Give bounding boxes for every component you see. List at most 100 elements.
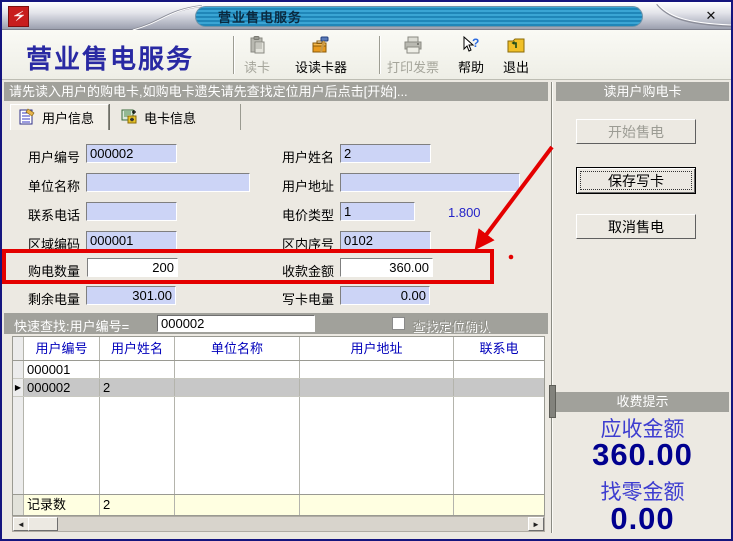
cell-phone[interactable] — [454, 379, 544, 396]
purchase-qty-label: 购电数量 — [28, 261, 80, 280]
tab-user-info[interactable]: 用户信息 — [10, 104, 109, 130]
cancel-sale-button[interactable]: 取消售电 — [576, 214, 696, 239]
phone-label: 联系电话 — [28, 205, 80, 224]
cell-user-id[interactable]: 000002 — [24, 379, 100, 396]
panel-divider — [551, 82, 553, 533]
hscrollbar-thumb[interactable] — [28, 517, 58, 531]
unit-price-value: 1.800 — [448, 205, 481, 220]
tab-card-info[interactable]: 电卡信息 — [113, 104, 241, 130]
titlebar[interactable]: 营业售电服务 ✕ — [2, 2, 731, 30]
area-code-field[interactable] — [86, 231, 177, 250]
cell-phone[interactable] — [454, 361, 544, 378]
grid-filler-cell — [175, 397, 300, 494]
col-unit-name[interactable]: 单位名称 — [175, 337, 300, 360]
table-vscrollbar-thumb[interactable] — [549, 385, 556, 418]
grid-filler-cell — [454, 495, 544, 515]
amount-due-value: 360.00 — [556, 437, 729, 473]
area-serial-label: 区内序号 — [282, 234, 334, 253]
user-name-field[interactable] — [340, 144, 431, 163]
table-hscrollbar[interactable]: ◄ ► — [12, 516, 545, 532]
col-user-name[interactable]: 用户姓名 — [100, 337, 175, 360]
price-type-field[interactable] — [340, 202, 415, 221]
row-selector-arrow-icon: ▶ — [13, 379, 24, 396]
exit-button[interactable]: 退出 — [503, 34, 529, 76]
toolbar-separator — [379, 36, 381, 74]
write-card-qty-field[interactable] — [340, 286, 430, 305]
selector-header-cell — [13, 337, 24, 360]
scroll-left-icon[interactable]: ◄ — [13, 517, 29, 531]
phone-field[interactable] — [86, 202, 177, 221]
user-name-label: 用户姓名 — [282, 147, 334, 166]
toolbar-separator — [233, 36, 235, 74]
grid-filler-cell — [13, 397, 24, 494]
grid-filler-cell — [24, 397, 100, 494]
table-footer-row: 记录数 2 — [13, 494, 544, 515]
cell-user-name[interactable]: 2 — [100, 379, 175, 396]
amount-received-label: 收款金额 — [282, 261, 334, 280]
read-card-button[interactable]: 读卡 — [244, 34, 270, 76]
table-row-selected[interactable]: ▶ 000002 2 — [13, 379, 544, 397]
table-header-row: 用户编号 用户姓名 单位名称 用户地址 联系电 — [13, 337, 544, 361]
app-window: 营业售电服务 ✕ 营业售电服务 读卡 — [0, 0, 733, 541]
area-code-label: 区域编码 — [28, 234, 80, 253]
quick-search-bar: 快速查找:用户编号= 查找定位确认 — [4, 313, 548, 334]
save-write-card-button[interactable]: 保存写卡 — [576, 167, 696, 194]
tab-user-info-label: 用户信息 — [42, 108, 94, 127]
footer-selector-cell — [13, 495, 24, 515]
unit-name-label: 单位名称 — [28, 176, 80, 195]
user-id-label: 用户编号 — [28, 147, 80, 166]
print-invoice-label: 打印发票 — [387, 57, 439, 76]
help-icon: ? — [460, 34, 482, 56]
unit-name-field[interactable] — [86, 173, 250, 192]
write-card-qty-label: 写卡电量 — [282, 289, 334, 308]
locate-confirm-checkbox[interactable] — [392, 317, 405, 330]
amount-received-field[interactable] — [340, 258, 433, 277]
price-type-label: 电价类型 — [282, 205, 334, 224]
close-icon[interactable]: ✕ — [702, 7, 720, 25]
cell-user-address[interactable] — [300, 361, 454, 378]
read-card-label: 读卡 — [244, 57, 270, 76]
user-address-field[interactable] — [340, 173, 520, 192]
cell-unit-name[interactable] — [175, 379, 300, 396]
grid-filler-cell — [175, 495, 300, 515]
titlebar-pill: 营业售电服务 — [195, 6, 643, 27]
cell-user-address[interactable] — [300, 379, 454, 396]
cell-user-name[interactable] — [100, 361, 175, 378]
card-reader-icon — [246, 34, 268, 56]
quick-search-label: 快速查找:用户编号= — [14, 316, 129, 335]
page-title: 营业售电服务 — [26, 39, 194, 76]
user-table: 用户编号 用户姓名 单位名称 用户地址 联系电 000001 ▶ 000002 … — [12, 336, 545, 516]
cell-unit-name[interactable] — [175, 361, 300, 378]
user-id-field[interactable] — [86, 144, 177, 163]
help-button[interactable]: ? 帮助 — [458, 34, 484, 76]
print-invoice-button[interactable]: 打印发票 — [387, 34, 439, 76]
set-card-reader-button[interactable]: 设读卡器 — [295, 34, 347, 76]
window-title: 营业售电服务 — [218, 7, 302, 26]
table-empty-area — [13, 397, 544, 494]
user-address-label: 用户地址 — [282, 176, 334, 195]
fee-panel-title: 收费提示 — [556, 392, 729, 412]
svg-text:?: ? — [472, 36, 479, 50]
set-card-reader-label: 设读卡器 — [295, 57, 347, 76]
toolbox-hammer-icon — [310, 34, 332, 56]
col-user-address[interactable]: 用户地址 — [300, 337, 454, 360]
remaining-qty-field[interactable] — [86, 286, 176, 305]
col-user-id[interactable]: 用户编号 — [24, 337, 100, 360]
row-selector-cell — [13, 361, 24, 378]
cell-user-id[interactable]: 000001 — [24, 361, 100, 378]
grid-filler-cell — [100, 397, 175, 494]
purchase-qty-field[interactable] — [87, 258, 178, 277]
printer-icon — [402, 34, 424, 56]
quick-search-input[interactable] — [157, 315, 315, 332]
user-info-icon — [19, 108, 36, 128]
change-amount-value: 0.00 — [556, 501, 729, 537]
start-sale-button[interactable]: 开始售电 — [576, 119, 696, 144]
table-row[interactable]: 000001 — [13, 361, 544, 379]
locate-confirm-label: 查找定位确认 — [412, 316, 490, 335]
exit-icon — [505, 34, 527, 56]
app-logo-icon — [8, 6, 29, 27]
grid-filler-cell — [300, 397, 454, 494]
scroll-right-icon[interactable]: ► — [528, 517, 544, 531]
area-serial-field[interactable] — [340, 231, 431, 250]
col-phone[interactable]: 联系电 — [454, 337, 544, 360]
